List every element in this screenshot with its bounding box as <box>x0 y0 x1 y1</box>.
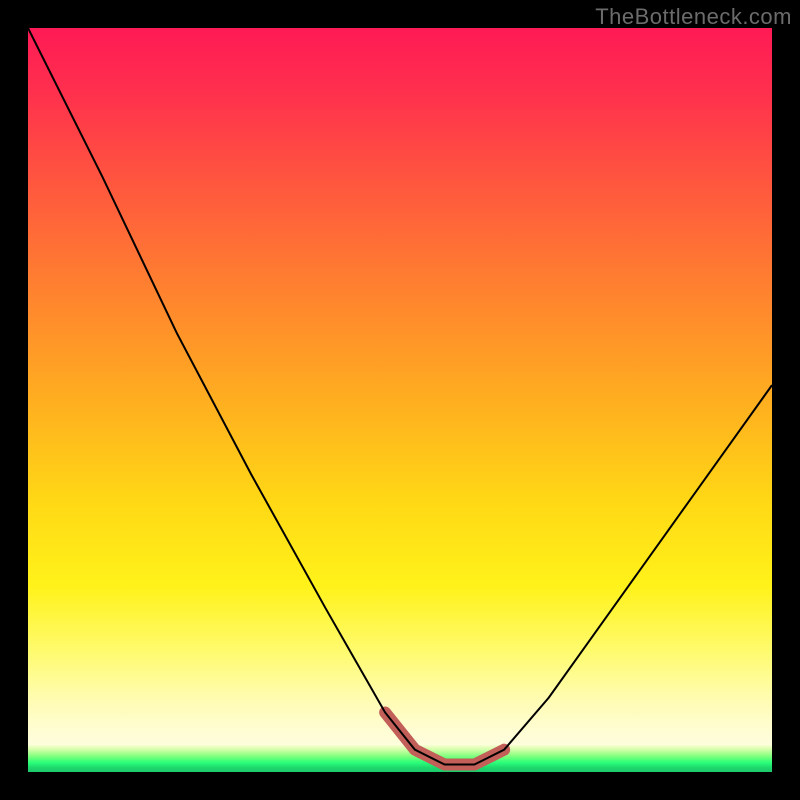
plot-area <box>28 28 772 772</box>
optimal-range-highlight <box>385 712 504 764</box>
bottleneck-curve <box>28 28 772 765</box>
attribution-text: TheBottleneck.com <box>595 4 792 30</box>
curve-layer <box>28 28 772 772</box>
chart-frame: TheBottleneck.com <box>0 0 800 800</box>
